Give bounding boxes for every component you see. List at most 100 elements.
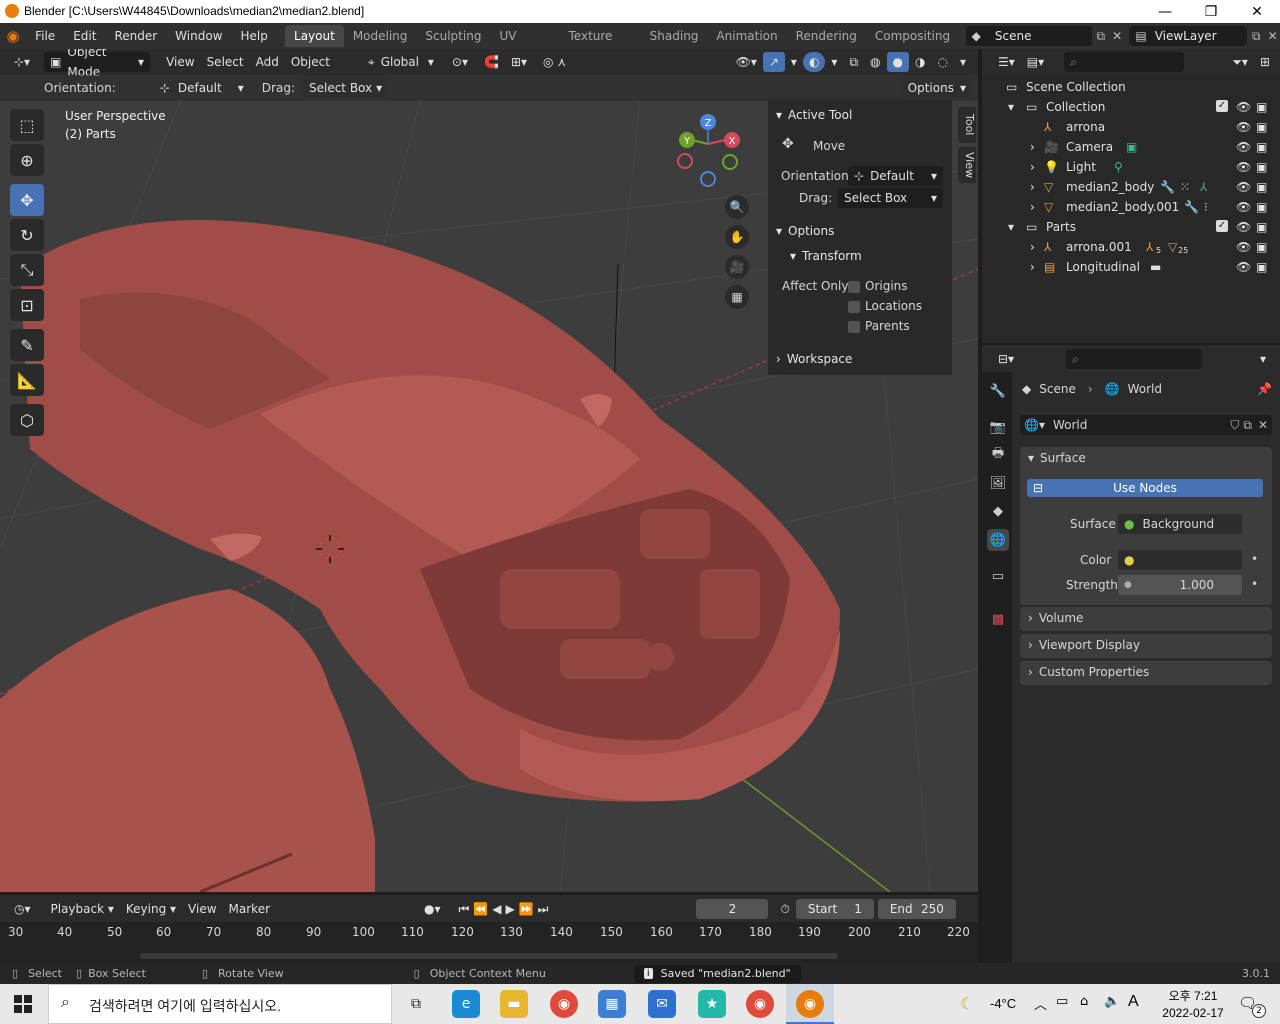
use-nodes-button[interactable]: ⊟ Use Nodes bbox=[1027, 479, 1263, 497]
menu-help[interactable]: Help bbox=[232, 23, 277, 49]
microsoft-store-icon[interactable]: ▦ bbox=[598, 990, 626, 1018]
delete-scene-icon[interactable]: ✕ bbox=[1110, 29, 1125, 43]
np-drag-dropdown[interactable]: Select Box ▾ bbox=[838, 188, 943, 208]
rotate-tool-icon[interactable]: ↻ bbox=[10, 219, 44, 251]
new-collection-icon[interactable]: ⊞ bbox=[1254, 52, 1276, 72]
render-tab-icon[interactable]: 📷 bbox=[987, 416, 1009, 438]
scene-selector[interactable]: ◆ Scene bbox=[965, 26, 1092, 46]
np-orientation-dropdown[interactable]: ⊹ Default ▾ bbox=[848, 166, 943, 186]
transform-tool-icon[interactable]: ⊡ bbox=[10, 289, 44, 321]
tab-animation[interactable]: Animation bbox=[707, 25, 786, 47]
shading-wireframe-icon[interactable]: ◍ bbox=[864, 52, 886, 72]
menu-marker[interactable]: Marker bbox=[223, 899, 276, 919]
menu-keying[interactable]: Keying ▾ bbox=[120, 899, 182, 919]
shading-rendered-icon[interactable]: ◌ bbox=[931, 52, 953, 72]
weather-temperature[interactable]: -4°C bbox=[990, 996, 1016, 1011]
affect-origins-checkbox[interactable]: Origins bbox=[848, 279, 908, 293]
outliner-row-arrona-001[interactable]: › ⅄ arrona.001 ⅄ 5 ▽ 25 👁 ▣ bbox=[982, 237, 1280, 257]
tray-chevron-icon[interactable]: ︿ bbox=[1034, 994, 1047, 1013]
ime-indicator[interactable]: A bbox=[1128, 993, 1139, 1011]
pan-hand-icon[interactable]: ✋ bbox=[725, 225, 749, 249]
duplicate-world-icon[interactable]: ⧉ bbox=[1243, 418, 1252, 433]
menu-file[interactable]: File bbox=[26, 23, 64, 49]
mail-icon[interactable]: ✉ bbox=[648, 990, 676, 1018]
tab-shading[interactable]: Shading bbox=[641, 25, 708, 47]
close-button[interactable]: ✕ bbox=[1234, 0, 1280, 23]
tab-rendering[interactable]: Rendering bbox=[787, 25, 866, 47]
tab-texture-paint[interactable]: Texture Paint bbox=[560, 25, 641, 65]
annotate-tool-icon[interactable]: ✎ bbox=[10, 329, 44, 361]
snap-toggle-icon[interactable]: 🧲 bbox=[478, 52, 505, 72]
chrome-browser-icon[interactable]: ◉ bbox=[550, 990, 578, 1018]
camera-view-icon[interactable]: 🎥 bbox=[725, 255, 749, 279]
editor-type-icon[interactable]: ⊹▾ bbox=[8, 52, 36, 72]
menu-timeline-view[interactable]: View bbox=[182, 899, 222, 919]
timeline-scrollbar[interactable] bbox=[140, 953, 838, 959]
outliner-row-collection[interactable]: ▾ ▭ Collection ✓ 👁 ▣ bbox=[982, 97, 1280, 117]
menu-view[interactable]: View bbox=[160, 52, 200, 72]
transform-header[interactable]: ▾ Transform bbox=[790, 249, 862, 263]
outliner-editor-type-icon[interactable]: ☰▾ bbox=[992, 52, 1021, 72]
network-icon[interactable]: ▭ bbox=[1056, 994, 1068, 1009]
view-layer-tab-icon[interactable]: 🖼 bbox=[987, 472, 1009, 494]
new-scene-icon[interactable]: ⧉ bbox=[1092, 29, 1110, 44]
clock[interactable]: 오후 7:21 2022-02-17 bbox=[1158, 987, 1228, 1020]
pivot-point-icon[interactable]: ⊙▾ bbox=[446, 52, 474, 72]
outliner-row-median2-body-001[interactable]: › ▽ median2_body.001 🔧 ⁝ 👁 ▣ bbox=[982, 197, 1280, 217]
outliner-scene-collection[interactable]: ▭ Scene Collection bbox=[982, 77, 1280, 97]
strength-keyframe-icon[interactable]: • bbox=[1251, 577, 1258, 591]
surface-shader-selector[interactable]: ● Background bbox=[1118, 514, 1242, 534]
options-dropdown[interactable]: Options ▾ bbox=[901, 78, 972, 98]
affect-parents-checkbox[interactable]: Parents bbox=[848, 319, 910, 333]
outliner-row-arrona[interactable]: ⅄ arrona 👁 ▣ bbox=[982, 117, 1280, 137]
menu-select[interactable]: Select bbox=[201, 52, 250, 72]
viewport-display-panel[interactable]: › Viewport Display bbox=[1020, 634, 1272, 658]
start-frame-field[interactable]: Start 1 bbox=[795, 898, 874, 919]
current-frame-field[interactable]: 2 bbox=[696, 898, 769, 919]
delete-viewlayer-icon[interactable]: ✕ bbox=[1265, 29, 1280, 43]
windows-start-icon[interactable] bbox=[14, 995, 32, 1013]
xray-toggle-icon[interactable]: ⧉ bbox=[843, 52, 864, 72]
perspective-toggle-icon[interactable]: ▦ bbox=[725, 285, 749, 309]
menu-edit[interactable]: Edit bbox=[64, 23, 105, 49]
menu-window[interactable]: Window bbox=[166, 23, 231, 49]
zoom-icon[interactable]: 🔍 bbox=[725, 195, 749, 219]
unlink-world-icon[interactable]: ✕ bbox=[1258, 418, 1268, 432]
shading-solid-icon[interactable]: ● bbox=[886, 52, 909, 72]
tab-sculpting[interactable]: Sculpting bbox=[416, 25, 490, 47]
properties-editor-type-icon[interactable]: ⊟▾ bbox=[992, 349, 1020, 369]
minimize-button[interactable]: — bbox=[1142, 0, 1188, 23]
scale-tool-icon[interactable]: ⤡ bbox=[10, 254, 44, 286]
menu-playback[interactable]: Playback ▾ bbox=[45, 899, 120, 919]
measure-tool-icon[interactable]: 📐 bbox=[10, 364, 44, 396]
tab-layout[interactable]: Layout bbox=[285, 25, 344, 47]
new-viewlayer-icon[interactable]: ⧉ bbox=[1247, 29, 1265, 44]
snap-target-icon[interactable]: ⊞▾ bbox=[505, 52, 533, 72]
visibility-icon[interactable]: 👁▾ bbox=[730, 52, 763, 72]
color-field[interactable]: ● bbox=[1118, 550, 1242, 570]
volume-icon[interactable]: 🔈 bbox=[1104, 994, 1120, 1009]
mode-selector[interactable]: ▣ Object Mode ▾ bbox=[44, 49, 151, 79]
sidebar-tab-tool[interactable]: Tool bbox=[958, 107, 976, 143]
proportional-edit-icon[interactable]: ◎ ⋏ bbox=[537, 52, 572, 72]
timeline-editor-type-icon[interactable]: ◷▾ bbox=[8, 899, 37, 919]
cursor-tool-icon[interactable]: ⊕ bbox=[10, 144, 44, 176]
outliner-row-longitudinal[interactable]: › ▤ Longitudinal ▬ 👁 ▣ bbox=[982, 257, 1280, 277]
filter-icon[interactable]: ⏷▾ bbox=[1226, 52, 1254, 72]
playback-controls[interactable]: ⏮⏪◀▶⏩⏭ bbox=[453, 899, 559, 919]
world-tab-icon[interactable]: 🌐 bbox=[987, 529, 1009, 551]
overlay-dropdown-icon[interactable]: ▾ bbox=[825, 52, 843, 72]
volume-panel[interactable]: › Volume bbox=[1020, 607, 1272, 631]
menu-render[interactable]: Render bbox=[105, 23, 166, 49]
tab-modeling[interactable]: Modeling bbox=[344, 25, 417, 47]
outliner-search-input[interactable]: ⌕ bbox=[1064, 52, 1185, 72]
gizmo-toggle-icon[interactable]: ↗ bbox=[762, 52, 785, 72]
menu-object[interactable]: Object bbox=[285, 52, 336, 72]
strength-field[interactable]: ● 1.000 bbox=[1118, 575, 1242, 595]
shading-dropdown-icon[interactable]: ▾ bbox=[954, 52, 972, 72]
tool-tab-icon[interactable]: 🔧 bbox=[987, 380, 1009, 402]
chrome-browser-icon-2[interactable]: ◉ bbox=[746, 990, 774, 1018]
display-mode-icon[interactable]: ▤▾ bbox=[1021, 52, 1050, 72]
pin-icon[interactable]: 📌 bbox=[1257, 382, 1272, 396]
options-header[interactable]: ▾ Options bbox=[776, 224, 834, 238]
